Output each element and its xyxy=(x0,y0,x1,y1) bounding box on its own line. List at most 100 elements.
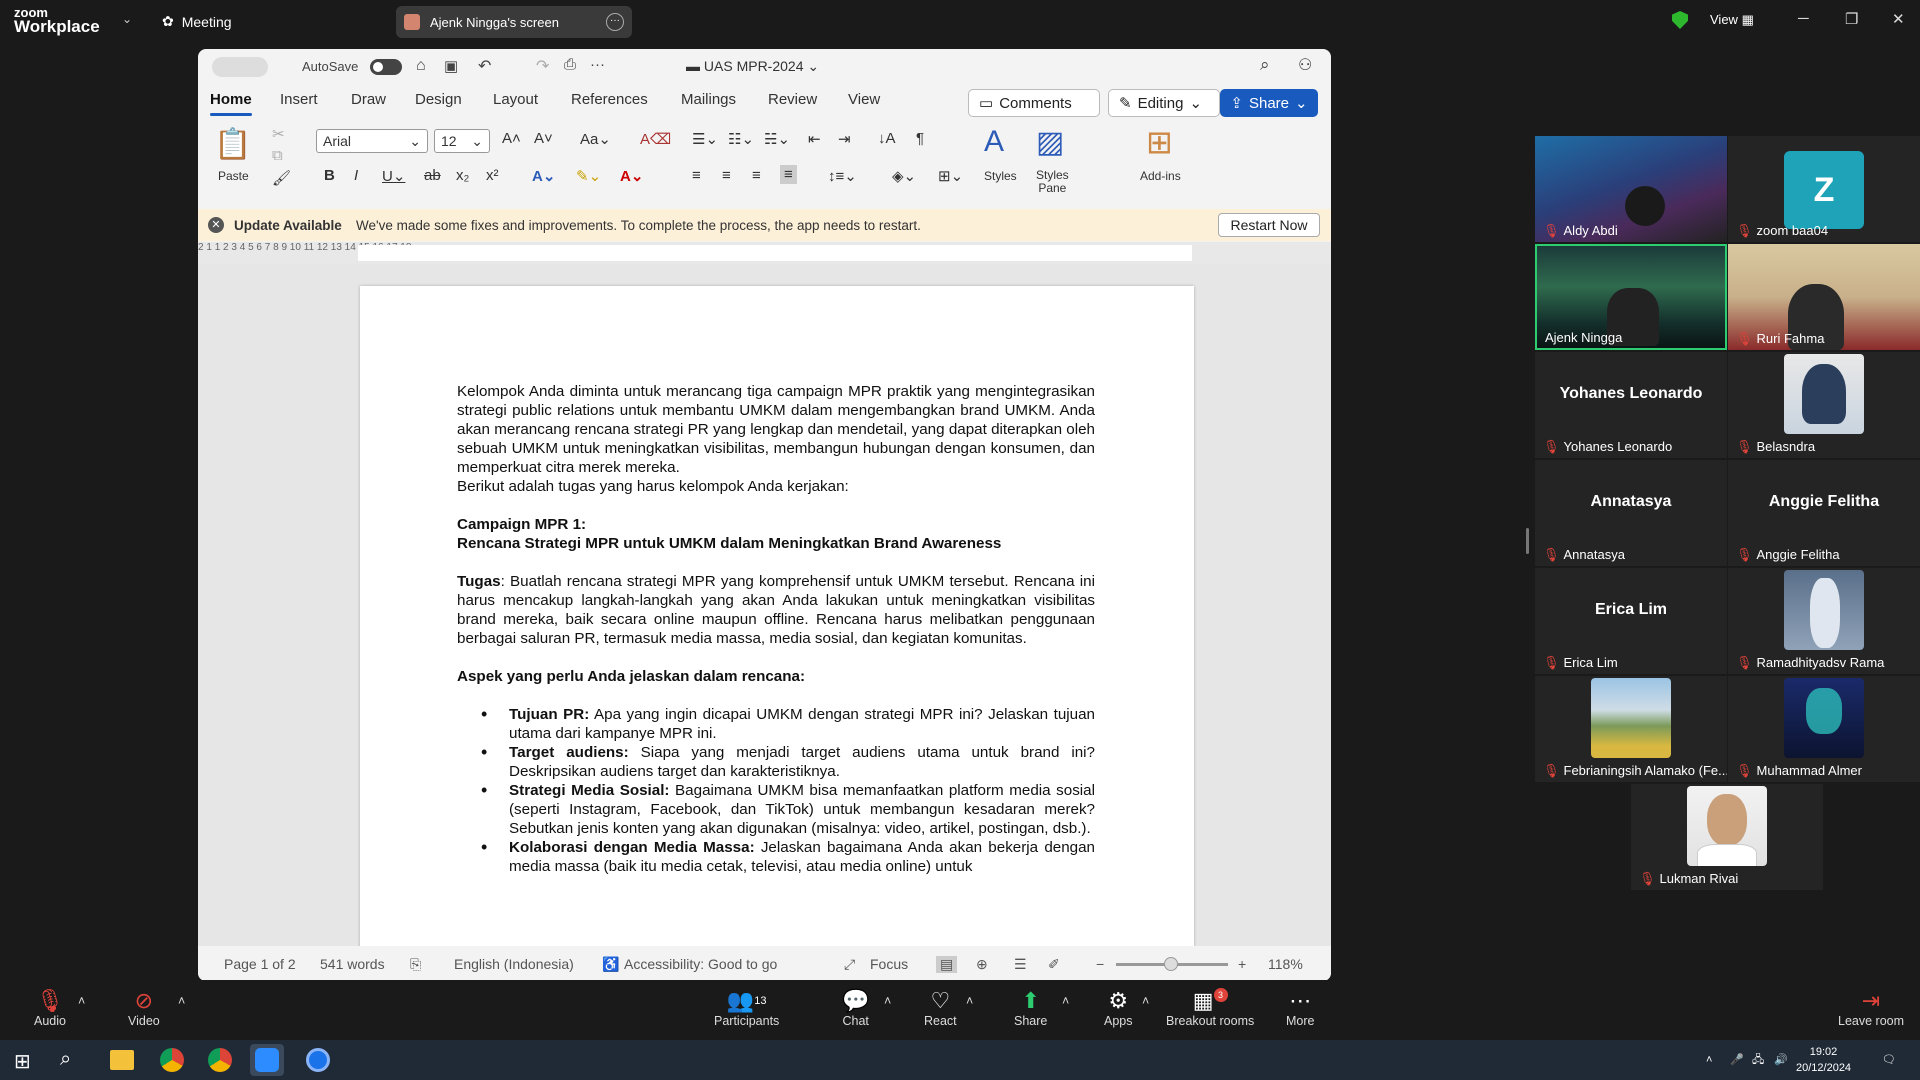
focus-icon[interactable]: ⤢ xyxy=(844,956,855,973)
participant-tile[interactable]: 🎙 Lukman Rivai xyxy=(1631,784,1823,890)
horizontal-ruler[interactable]: 2 1 1 2 3 4 5 6 7 8 9 10 11 12 13 14 15 … xyxy=(198,242,1331,264)
zoom-level[interactable]: 118% xyxy=(1268,956,1303,972)
tray-overflow-icon[interactable]: ˄ xyxy=(1706,1052,1712,1068)
participant-tile[interactable]: Anggie Felitha 🎙 Anggie Felitha xyxy=(1728,460,1920,566)
minimize-icon[interactable]: ─ xyxy=(1798,10,1809,27)
editing-mode-button[interactable]: ✎ Editing ⌄ xyxy=(1108,89,1220,117)
notifications-icon[interactable]: 🗨 xyxy=(1882,1052,1896,1068)
document-page[interactable]: Kelompok Anda diminta untuk merancang ti… xyxy=(360,286,1194,946)
chevron-down-icon[interactable]: ⌄ xyxy=(122,12,132,26)
share-button[interactable]: ⇪ Share ⌄ xyxy=(1220,89,1318,117)
focus-button[interactable]: Focus xyxy=(870,956,908,972)
text-effects-icon[interactable]: A⌄ xyxy=(532,167,555,185)
chrome-icon[interactable] xyxy=(160,1048,184,1072)
styles-pane-icon[interactable]: ▨ xyxy=(1036,125,1064,160)
view-button[interactable]: View ▦ xyxy=(1710,12,1754,28)
show-marks-icon[interactable]: ¶ xyxy=(916,130,924,147)
align-left-icon[interactable]: ≡ xyxy=(692,167,701,184)
zoom-slider-thumb[interactable] xyxy=(1164,957,1178,971)
apps-button[interactable]: ⚙ Apps xyxy=(1104,988,1133,1028)
leave-room-button[interactable]: ⇥ Leave room xyxy=(1838,988,1904,1028)
meeting-menu[interactable]: ✿ Meeting xyxy=(162,13,232,30)
participant-tile[interactable]: 🎙 Belasndra xyxy=(1728,352,1920,458)
apps-options-caret[interactable]: ˄ xyxy=(1142,994,1149,1008)
superscript-icon[interactable]: x² xyxy=(486,167,499,184)
encryption-shield-icon[interactable] xyxy=(1672,11,1688,29)
multilevel-list-icon[interactable]: ☵⌄ xyxy=(764,130,790,148)
add-ins-icon[interactable]: ⊞ xyxy=(1146,123,1173,161)
app-icon[interactable] xyxy=(306,1048,330,1072)
save-icon[interactable]: ▣ xyxy=(444,57,458,75)
document-canvas[interactable]: Kelompok Anda diminta untuk merancang ti… xyxy=(198,264,1331,946)
tab-insert[interactable]: Insert xyxy=(280,91,318,108)
word-count[interactable]: 541 words xyxy=(320,956,385,972)
subscript-icon[interactable]: x₂ xyxy=(456,167,469,184)
zoom-in-icon[interactable]: + xyxy=(1238,956,1246,972)
shading-icon[interactable]: ◈⌄ xyxy=(892,167,916,185)
search-icon[interactable]: ⌕ xyxy=(1260,55,1270,75)
outline-icon[interactable]: ☰ xyxy=(1014,956,1027,973)
tab-draw[interactable]: Draw xyxy=(351,91,386,108)
video-button[interactable]: ⊘ Video xyxy=(128,988,160,1028)
styles-icon[interactable]: A xyxy=(984,125,1004,159)
borders-icon[interactable]: ⊞⌄ xyxy=(938,167,963,185)
more-options-icon[interactable]: ··· xyxy=(606,13,624,31)
print-icon[interactable]: ⎙ xyxy=(564,56,576,73)
sidebar-toggle-icon[interactable] xyxy=(212,57,268,77)
share-people-icon[interactable]: ⚇ xyxy=(1298,55,1312,75)
clock[interactable]: 19:02 20/12/2024 xyxy=(1796,1044,1851,1076)
draft-icon[interactable]: ✐ xyxy=(1048,956,1060,973)
more-button[interactable]: ⋯ More xyxy=(1286,988,1314,1028)
participant-tile[interactable]: 🎙 Aldy Abdi xyxy=(1535,136,1727,242)
participant-tile[interactable]: Yohanes Leonardo 🎙 Yohanes Leonardo xyxy=(1535,352,1727,458)
audio-options-caret[interactable]: ˄ xyxy=(78,994,85,1008)
align-center-icon[interactable]: ≡ xyxy=(722,167,731,184)
tab-view[interactable]: View xyxy=(848,91,880,108)
search-icon[interactable]: ⌕ xyxy=(60,1048,71,1071)
format-painter-icon[interactable]: 🖌 xyxy=(272,169,291,187)
font-size-select[interactable]: 12 ⌄ xyxy=(434,129,490,153)
grow-font-icon[interactable]: A˄ xyxy=(502,130,521,147)
close-icon[interactable]: ✕ xyxy=(1892,10,1905,28)
font-color-icon[interactable]: A⌄ xyxy=(620,167,643,185)
participant-tile[interactable]: Z 🎙 zoom baa04 xyxy=(1728,136,1920,242)
language[interactable]: English (Indonesia) xyxy=(454,956,574,972)
shared-screen-tab[interactable]: Ajenk Ningga's screen ··· xyxy=(396,6,632,38)
bullets-icon[interactable]: ☰⌄ xyxy=(692,130,718,148)
autosave-toggle[interactable] xyxy=(370,59,402,75)
change-case-icon[interactable]: Aa⌄ xyxy=(580,130,611,148)
comments-button[interactable]: ▭ Comments xyxy=(968,89,1100,117)
participant-tile[interactable]: Erica Lim 🎙 Erica Lim xyxy=(1535,568,1727,674)
bold-icon[interactable]: B xyxy=(324,167,335,184)
document-title[interactable]: ▬ UAS MPR-2024 ⌄ xyxy=(686,58,819,75)
underline-icon[interactable]: U⌄ xyxy=(382,167,405,185)
decrease-indent-icon[interactable]: ⇤ xyxy=(808,130,821,148)
breakout-rooms-button[interactable]: ▦ 3 Breakout rooms xyxy=(1166,988,1254,1028)
tab-mailings[interactable]: Mailings xyxy=(681,91,736,108)
network-icon[interactable]: 🖧 xyxy=(1752,1052,1764,1068)
paste-icon[interactable]: 📋 xyxy=(214,127,251,162)
volume-icon[interactable]: 🔊 xyxy=(1774,1052,1788,1068)
clear-formatting-icon[interactable]: A⌫ xyxy=(640,130,671,148)
numbering-icon[interactable]: ☷⌄ xyxy=(728,130,754,148)
tab-layout[interactable]: Layout xyxy=(493,91,538,108)
copy-icon[interactable]: ⧉ xyxy=(272,147,283,164)
tab-references[interactable]: References xyxy=(571,91,648,108)
proofing-icon[interactable]: ⎘ xyxy=(410,956,421,973)
italic-icon[interactable]: I xyxy=(354,167,358,184)
audio-button[interactable]: 🎙 Audio xyxy=(34,988,66,1028)
strikethrough-icon[interactable]: ab xyxy=(424,167,441,184)
share-screen-button[interactable]: ⬆ Share xyxy=(1014,988,1047,1028)
page-count[interactable]: Page 1 of 2 xyxy=(224,956,296,972)
chat-button[interactable]: 💬 Chat xyxy=(842,988,869,1028)
print-layout-icon[interactable]: ▤ xyxy=(936,956,958,973)
restore-icon[interactable]: ❐ xyxy=(1845,10,1858,28)
restart-now-button[interactable]: Restart Now xyxy=(1218,213,1320,237)
participant-tile[interactable]: 🎙 Febrianingsih Alamako (Fe... xyxy=(1535,676,1727,782)
align-right-icon[interactable]: ≡ xyxy=(752,167,761,184)
cut-icon[interactable]: ✂ xyxy=(272,125,285,143)
tab-review[interactable]: Review xyxy=(768,91,817,108)
participant-tile[interactable]: 🎙 Muhammad Almer xyxy=(1728,676,1920,782)
highlight-icon[interactable]: ✎⌄ xyxy=(576,167,601,185)
zoom-app-icon[interactable] xyxy=(255,1048,279,1072)
